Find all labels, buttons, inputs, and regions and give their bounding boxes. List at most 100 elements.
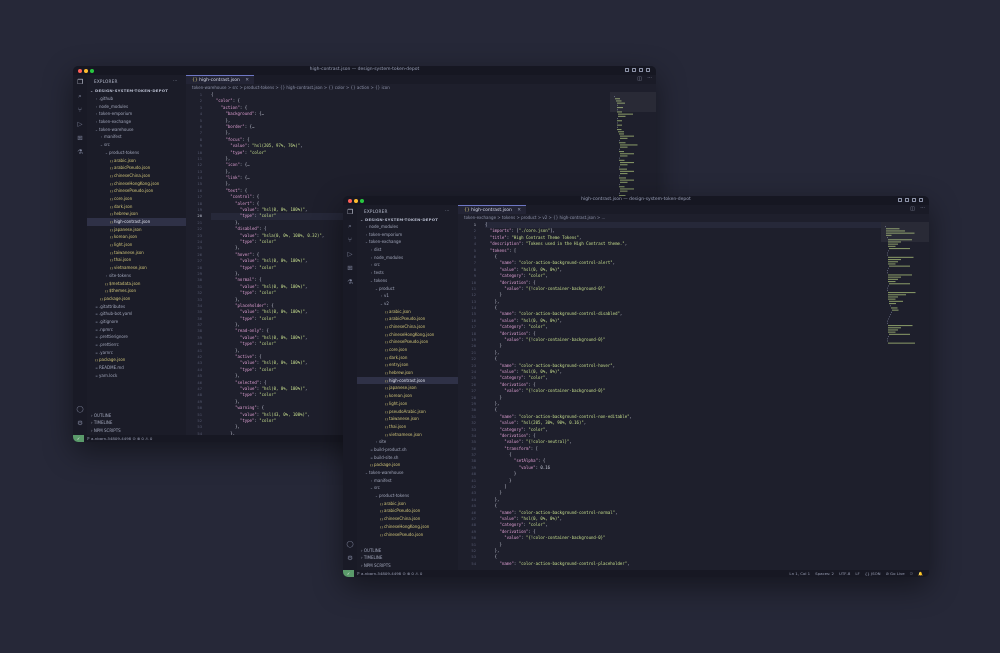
code-editor[interactable]: 1 2 3 4 5 6 7 8 9 10 11 12 13 14 15 16 17 18 19 20 21 22 23 24 2… (458, 222, 929, 570)
folder-item[interactable]: › tests (357, 269, 458, 277)
status-item[interactable]: {} JSON (865, 570, 881, 577)
file-item[interactable]: {}high-contrast.json (87, 218, 186, 226)
file-item[interactable]: {}dark.json (357, 354, 458, 362)
close-tab-icon[interactable]: ✕ (517, 208, 521, 213)
folder-item[interactable]: › src (357, 261, 458, 269)
folder-item[interactable]: › token-emporium (357, 231, 458, 239)
file-item[interactable]: {}chineseHongKong.json (357, 331, 458, 339)
file-item[interactable]: {}thai.json (357, 423, 458, 431)
manage-gear-icon[interactable]: ⚙ (76, 420, 84, 427)
folder-item[interactable]: ⌄token-warehouse (357, 469, 458, 477)
source-control-icon[interactable]: ⑂ (346, 237, 354, 244)
file-item[interactable]: {}hebrew.json (357, 369, 458, 377)
outline-section[interactable]: › OUTLINE (357, 547, 458, 555)
timeline-section[interactable]: › TIMELINE (87, 419, 186, 427)
git-branch-status[interactable]: ℙ a-nbarn-54809-4498 ⊙ ⊗ 0 ⚠ 0 (87, 435, 152, 442)
outline-section[interactable]: › OUTLINE (87, 412, 186, 420)
tab-high-contrast[interactable]: {} high-contrast.json ✕ (186, 75, 255, 84)
file-item[interactable]: ≡.gitignore (87, 318, 186, 326)
npm-scripts-section[interactable]: › NPM SCRIPTS (87, 427, 186, 435)
folder-item[interactable]: ⌄token-exchange (357, 238, 458, 246)
split-editor-icon[interactable]: ◫ (910, 206, 915, 212)
status-item[interactable]: UTF-8 (839, 570, 850, 577)
file-item[interactable]: ≡.yarnrc (87, 349, 186, 357)
file-item[interactable]: {}arabic.json (357, 500, 458, 508)
file-item[interactable]: {}korean.json (357, 392, 458, 400)
file-item[interactable]: {}japanese.json (87, 226, 186, 234)
testing-icon[interactable]: ⚗ (76, 149, 84, 156)
file-item[interactable]: ≡.gitattributes (87, 303, 186, 311)
file-item[interactable]: {}entry.json (357, 361, 458, 369)
file-item[interactable]: {}package.json (87, 295, 186, 303)
minimap-slider[interactable] (881, 222, 929, 242)
file-item[interactable]: {}chineseHongKong.json (87, 180, 186, 188)
folder-item[interactable]: › v1 (357, 292, 458, 300)
file-item[interactable]: ≡README.md (87, 364, 186, 372)
breadcrumb[interactable]: token-warehouse > src > product-tokens >… (192, 84, 646, 91)
file-item[interactable]: {}taiwanese.json (87, 249, 186, 257)
folder-item[interactable]: › token-exchange (87, 118, 186, 126)
file-item[interactable]: {}vietnamese.json (357, 431, 458, 439)
workspace-root[interactable]: ⌄ DESIGN-SYSTEM-TOKEN-DEPOT (360, 217, 438, 222)
folder-item[interactable]: › manifest (87, 133, 186, 141)
accounts-icon[interactable]: ◯ (76, 406, 84, 413)
status-item[interactable]: ⚆ (910, 570, 914, 577)
file-item[interactable]: ≡build-product.sh (357, 446, 458, 454)
close-tab-icon[interactable]: ✕ (245, 78, 249, 83)
folder-item[interactable]: › .github (87, 95, 186, 103)
file-item[interactable]: {}vietnamese.json (87, 264, 186, 272)
folder-item[interactable]: › manifest (357, 477, 458, 485)
file-item[interactable]: {}chineseHongKong.json (357, 523, 458, 531)
explorer-more-icon[interactable]: ··· (173, 78, 178, 83)
file-item[interactable]: {}light.json (357, 400, 458, 408)
status-item[interactable]: LF (855, 570, 859, 577)
folder-item[interactable]: ⌄src (357, 484, 458, 492)
file-item[interactable]: ≡.npmrc (87, 326, 186, 334)
code-content[interactable]: { "imports": ["./core.json"], "title": "… (485, 222, 881, 570)
file-item[interactable]: {}package.json (357, 461, 458, 469)
file-item[interactable]: ≡build-site.sh (357, 454, 458, 462)
extensions-icon[interactable]: ⊞ (76, 135, 84, 142)
file-item[interactable]: {}arabic.json (87, 157, 186, 165)
file-item[interactable]: {}chineseChina.json (87, 172, 186, 180)
timeline-section[interactable]: › TIMELINE (357, 554, 458, 562)
minimap-slider[interactable] (610, 92, 656, 112)
more-actions-icon[interactable]: ··· (920, 205, 925, 211)
status-item[interactable]: Spaces: 2 (815, 570, 834, 577)
file-item[interactable]: {}chinesePseudo.json (87, 187, 186, 195)
search-icon[interactable]: ⌕ (76, 93, 84, 100)
file-item[interactable]: {}high-contrast.json (357, 376, 458, 385)
toggle-panel-icon[interactable] (632, 68, 636, 72)
explorer-icon[interactable]: ❐ (76, 79, 84, 86)
file-item[interactable]: {}pseudoArabic.json (357, 408, 458, 416)
file-item[interactable]: {}arabicPseudo.json (357, 507, 458, 515)
file-item[interactable]: ≡.prettierrc (87, 341, 186, 349)
file-item[interactable]: {}$metadata.json (87, 280, 186, 288)
tab-high-contrast[interactable]: {} high-contrast.json ✕ (458, 205, 527, 214)
manage-gear-icon[interactable]: ⚙ (346, 555, 354, 562)
file-item[interactable]: {}korean.json (87, 233, 186, 241)
file-item[interactable]: ≡.github-bot.yaml (87, 310, 186, 318)
folder-item[interactable]: › node_modules (357, 254, 458, 262)
search-icon[interactable]: ⌕ (346, 223, 354, 230)
toggle-sidebar-icon[interactable] (625, 68, 629, 72)
more-actions-icon[interactable]: ··· (647, 75, 652, 81)
file-item[interactable]: {}chinesePseudo.json (357, 531, 458, 539)
file-item[interactable]: {}hebrew.json (87, 210, 186, 218)
file-item[interactable]: {}chineseChina.json (357, 515, 458, 523)
breadcrumb[interactable]: token-exchange > tokens > product > v2 >… (464, 214, 919, 221)
remote-indicator[interactable]: ✓ (343, 570, 354, 577)
folder-item[interactable]: › node_modules (87, 103, 186, 111)
customize-layout-icon[interactable] (646, 68, 650, 72)
run-debug-icon[interactable]: ▷ (346, 251, 354, 258)
file-item[interactable]: {}arabic.json (357, 308, 458, 316)
git-branch-status[interactable]: ℙ a-nbarn-54809-4498 ⊙ ⊗ 0 ⚠ 0 (357, 570, 422, 577)
file-item[interactable]: {}core.json (357, 346, 458, 354)
file-item[interactable]: {}chineseChina.json (357, 323, 458, 331)
testing-icon[interactable]: ⚗ (346, 279, 354, 286)
folder-item[interactable]: › dist (357, 246, 458, 254)
file-item[interactable]: {}core.json (87, 195, 186, 203)
file-item[interactable]: {}japanese.json (357, 384, 458, 392)
toggle-sidebar-icon[interactable] (898, 198, 902, 202)
minimap[interactable] (881, 222, 929, 552)
